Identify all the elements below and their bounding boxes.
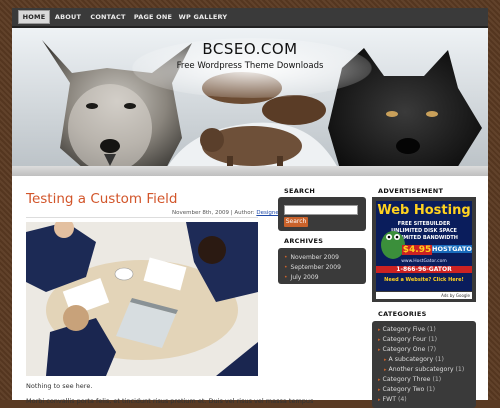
category-two-link[interactable]: ▸ Category Two (1) (378, 386, 435, 393)
search-widget-title: SEARCH (284, 187, 316, 195)
post-divider (26, 217, 258, 218)
ad-brand: HOSTGATOR (432, 245, 472, 253)
advertisement-title: ADVERTISEMENT (378, 187, 444, 195)
top-navigation: HOME ABOUT CONTACT PAGE ONE WP GALLERY (12, 8, 488, 28)
site-header: BCSEO.COM Free Wordpress Theme Downloads (12, 28, 488, 176)
nav-about[interactable]: ABOUT (52, 11, 84, 23)
search-button[interactable]: Search (284, 217, 308, 227)
ad-cta[interactable]: Need a Website? Click Here! (376, 277, 472, 283)
site-tagline: Free Wordpress Theme Downloads (176, 61, 324, 71)
post-excerpt: Nothing to see here. (26, 382, 93, 390)
archives-widget: • November 2009 • September 2009 • July 200… (278, 248, 366, 284)
post-image (26, 222, 258, 376)
categories-widget: ▸ Category Five (1) ▸ Category Four (1) ▸ C… (372, 321, 476, 408)
nav-page-one[interactable]: PAGE ONE (132, 11, 174, 23)
advertisement-widget: Web Hosting FREE SITEBUILDER UNLIMITED D… (372, 197, 476, 302)
subcategory-a-link[interactable]: ▸ A subcategory (1) (384, 356, 444, 363)
header-bottom-band (12, 166, 488, 176)
business-meeting-photo (26, 222, 258, 376)
site-title[interactable]: BCSEO.COM (12, 40, 488, 58)
category-one-link[interactable]: ▸ Category One (7) (378, 346, 436, 353)
hostgator-ad-banner[interactable]: Web Hosting FREE SITEBUILDER UNLIMITED D… (376, 201, 472, 291)
nav-contact[interactable]: CONTACT (88, 11, 128, 23)
search-widget: Search (278, 197, 366, 231)
ad-phone: 1-866-96-GATOR (376, 266, 472, 273)
archive-link-july-2009[interactable]: • July 2009 (284, 274, 319, 281)
ad-headline: Web Hosting (377, 203, 471, 218)
subcategory-another-link[interactable]: ▸ Another subcategory (1) (384, 366, 464, 373)
nav-wp-gallery[interactable]: WP GALLERY (178, 11, 228, 23)
archives-widget-title: ARCHIVES (284, 237, 324, 245)
category-four-link[interactable]: ▸ Category Four (1) (378, 336, 437, 343)
search-input[interactable] (284, 205, 358, 215)
categories-title: CATEGORIES (378, 310, 427, 318)
category-five-link[interactable]: ▸ Category Five (1) (378, 326, 436, 333)
post-body: Morbi convallis porta felis, et tincidun… (26, 397, 314, 405)
post-date: November 8th, 2009 | Author: (172, 210, 255, 216)
ad-url: www.HostGator.com (401, 259, 447, 264)
category-three-link[interactable]: ▸ Category Three (1) (378, 376, 441, 383)
archive-link-september-2009[interactable]: • September 2009 (284, 264, 341, 271)
post-title[interactable]: Testing a Custom Field (26, 191, 178, 207)
post-meta: November 8th, 2009 | Author: Designer (172, 210, 281, 216)
ad-footer[interactable]: Ads by Google (376, 292, 472, 299)
gator-mascot-icon (381, 231, 405, 259)
page: HOME ABOUT CONTACT PAGE ONE WP GALLERY B… (12, 8, 488, 408)
nav-home[interactable]: HOME (18, 10, 50, 24)
archive-link-november-2009[interactable]: • November 2009 (284, 254, 339, 261)
ad-price: $4.95 (402, 245, 432, 255)
